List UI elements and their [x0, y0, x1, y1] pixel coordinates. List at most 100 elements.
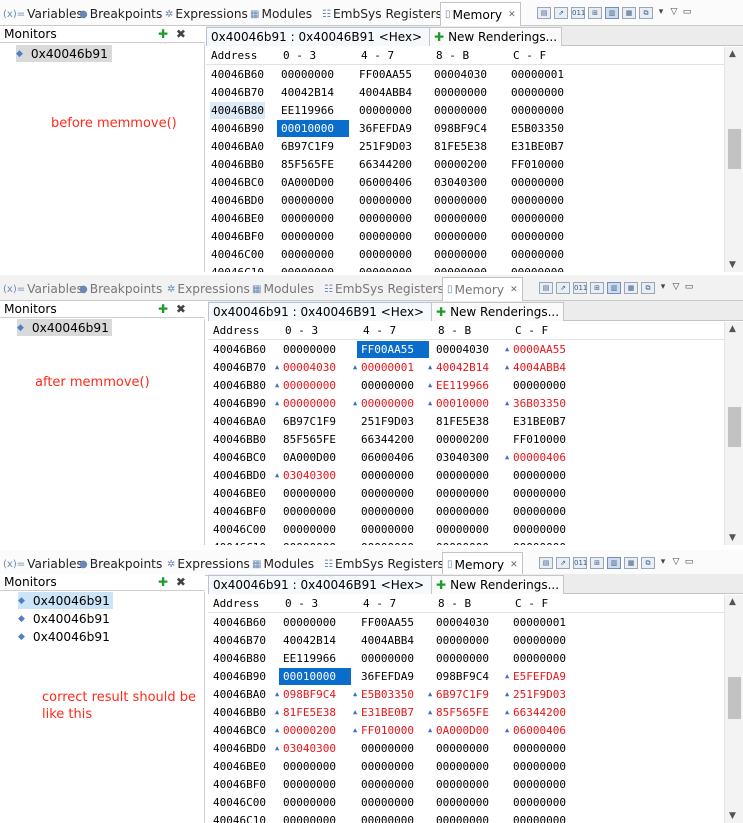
memory-cell[interactable]: 85F565FE [283, 431, 336, 448]
memory-cell[interactable]: 00000000 [513, 632, 566, 649]
memory-cell[interactable]: E31BE0B7 [513, 413, 566, 430]
memory-cell[interactable]: 03040300 [283, 467, 336, 484]
add-monitor-icon[interactable]: ✚ [158, 302, 170, 316]
memory-cell[interactable]: 00000000 [361, 539, 414, 545]
memory-cell[interactable]: 03040300 [436, 449, 489, 466]
memory-cell[interactable]: 00000000 [436, 485, 489, 502]
memory-cell[interactable]: EE119966 [281, 102, 334, 119]
memory-cell[interactable]: 66344200 [513, 704, 566, 721]
memory-cell[interactable]: 00000000 [361, 776, 414, 793]
memory-cell[interactable]: 00000000 [281, 192, 334, 209]
new-renderings-tab[interactable]: ✚ New Renderings... [429, 27, 563, 46]
view-menu-chevron-icon[interactable]: ▾ [658, 282, 668, 294]
memory-cell[interactable]: 00000000 [513, 794, 566, 811]
minimize-icon[interactable]: ▽ [671, 282, 681, 294]
minimize-icon[interactable]: ▽ [671, 557, 681, 569]
memory-cell[interactable]: 00000001 [511, 66, 564, 83]
memory-cell[interactable]: 00000000 [361, 377, 414, 394]
memory-cell[interactable]: 00010000 [277, 120, 349, 137]
memory-cell[interactable]: 00000000 [283, 539, 336, 545]
memory-cell[interactable]: 00000000 [436, 758, 489, 775]
toggle-monitors-icon[interactable]: ▥ [605, 7, 619, 19]
memory-cell[interactable]: 06000406 [359, 174, 412, 191]
memory-cell[interactable]: 6B97C1F9 [281, 138, 334, 155]
tab-variables[interactable]: (x)= Variables [3, 279, 83, 299]
tab-breakpoints[interactable]: ● Breakpoints [79, 4, 162, 24]
memory-cell[interactable]: 00000000 [283, 377, 336, 394]
tab-expressions[interactable]: ✲ Expressions [165, 4, 248, 24]
memory-cell[interactable]: 00000000 [283, 758, 336, 775]
memory-cell[interactable]: 00000000 [436, 794, 489, 811]
memory-cell[interactable]: 00000200 [434, 156, 487, 173]
memory-cell[interactable]: 00000000 [361, 812, 414, 823]
memory-cell[interactable]: E5B03350 [511, 120, 564, 137]
vertical-scrollbar[interactable]: ▲ ▼ [724, 595, 743, 823]
tab-breakpoints[interactable]: ● Breakpoints [79, 279, 162, 299]
memory-cell[interactable]: 00000000 [513, 377, 566, 394]
format-icon[interactable]: 011 [573, 282, 587, 294]
memory-cell[interactable]: 00000406 [513, 449, 566, 466]
memory-cell[interactable]: FF010000 [513, 431, 566, 448]
memory-cell[interactable]: 00000000 [511, 246, 564, 263]
memory-cell[interactable]: 00000000 [361, 467, 414, 484]
memory-cell[interactable]: 6B97C1F9 [436, 686, 489, 703]
memory-cell[interactable]: 00000000 [436, 539, 489, 545]
memory-cell[interactable]: 00000000 [281, 66, 334, 83]
memory-cell[interactable]: E5FEFDA9 [513, 668, 566, 685]
memory-cell[interactable]: 00000000 [281, 246, 334, 263]
memory-cell[interactable]: E31BE0B7 [361, 704, 414, 721]
memory-cell[interactable]: 00000000 [436, 632, 489, 649]
add-monitor-icon[interactable]: ✚ [158, 575, 170, 589]
new-renderings-tab[interactable]: ✚ New Renderings... [431, 302, 565, 321]
memory-cell[interactable]: 0A000D00 [283, 449, 336, 466]
maximize-icon[interactable]: ▭ [684, 557, 694, 569]
format-icon[interactable]: 011 [573, 557, 587, 569]
pin-icon[interactable]: ⇗ [556, 282, 570, 294]
memory-cell[interactable]: 03040300 [434, 174, 487, 191]
memory-cell[interactable]: 00000000 [511, 174, 564, 191]
scroll-up-icon[interactable]: ▲ [729, 49, 736, 59]
memory-cell[interactable]: 00000000 [436, 521, 489, 538]
memory-cell[interactable]: 00000000 [511, 102, 564, 119]
memory-cell[interactable]: 00000000 [434, 84, 487, 101]
tab-variables[interactable]: (x)= Variables [3, 4, 83, 24]
import-icon[interactable]: ⊞ [590, 557, 604, 569]
memory-cell[interactable]: 00000000 [361, 395, 414, 412]
scroll-down-icon[interactable]: ▼ [729, 533, 736, 543]
close-icon[interactable]: ✕ [510, 560, 518, 570]
pin-icon[interactable]: ⇗ [554, 7, 568, 19]
vertical-scrollbar[interactable]: ▲ ▼ [724, 47, 743, 272]
memory-cell[interactable]: 00000000 [283, 485, 336, 502]
link-icon[interactable]: ⧉ [639, 7, 653, 19]
rendering-tab-hex[interactable]: 0x40046b91 : 0x40046B91 <Hex>✕ [208, 575, 443, 594]
tab-embsys-registers[interactable]: ☷ EmbSys Registers [324, 279, 444, 299]
memory-cell[interactable]: 00000000 [359, 210, 412, 227]
memory-cell[interactable]: 00010000 [279, 668, 351, 685]
memory-cell[interactable]: 00000000 [359, 264, 412, 272]
memory-cell[interactable]: 81FE5E38 [436, 413, 489, 430]
memory-cell[interactable]: 00000000 [513, 485, 566, 502]
remove-monitor-icon[interactable]: ✖ [176, 302, 188, 316]
memory-cell[interactable]: 00000000 [283, 395, 336, 412]
scroll-down-icon[interactable]: ▼ [729, 260, 736, 270]
memory-cell[interactable]: 098BF9C4 [434, 120, 487, 137]
memory-cell[interactable]: 00000000 [511, 210, 564, 227]
view-menu-chevron-icon[interactable]: ▾ [656, 7, 666, 19]
format-icon[interactable]: 011 [571, 7, 585, 19]
memory-cell[interactable]: FF00AA55 [357, 341, 429, 358]
memory-cell[interactable]: 00000000 [513, 467, 566, 484]
memory-cell[interactable]: 00000000 [436, 650, 489, 667]
memory-cell[interactable]: 00010000 [436, 395, 489, 412]
memory-cell[interactable]: 00000000 [436, 503, 489, 520]
minimize-icon[interactable]: ▽ [669, 7, 679, 19]
rendering-tab-hex[interactable]: 0x40046b91 : 0x40046B91 <Hex>✕ [206, 27, 441, 46]
memory-cell[interactable]: 251F9D03 [359, 138, 412, 155]
memory-cell[interactable]: 66344200 [359, 156, 412, 173]
monitor-item[interactable]: ◆ 0x40046b91 [18, 628, 114, 645]
link-icon[interactable]: ⧉ [641, 557, 655, 569]
memory-cell[interactable]: 6B97C1F9 [283, 413, 336, 430]
toggle-monitors-icon[interactable]: ▥ [607, 557, 621, 569]
memory-cell[interactable]: 66344200 [361, 431, 414, 448]
memory-cell[interactable]: 00000000 [511, 228, 564, 245]
memory-cell[interactable]: 81FE5E38 [283, 704, 336, 721]
